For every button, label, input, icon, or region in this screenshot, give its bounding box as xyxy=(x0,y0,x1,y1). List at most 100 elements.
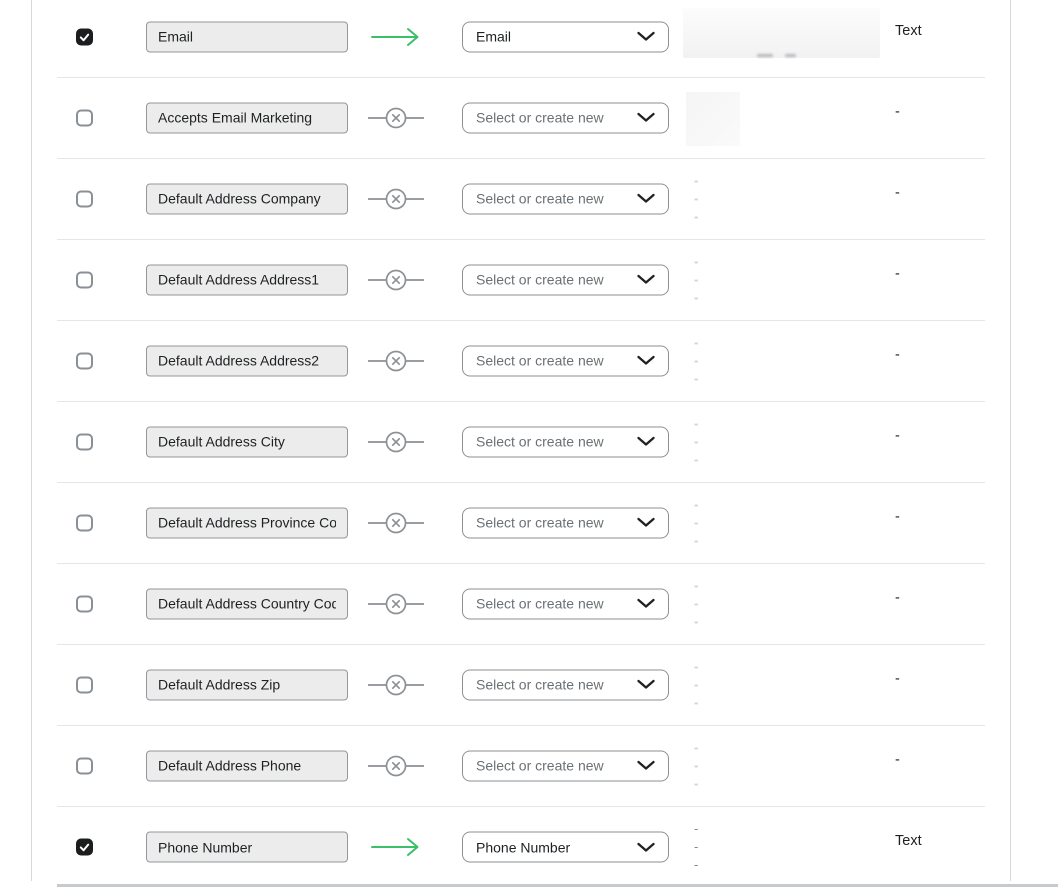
sample-dash: - xyxy=(694,275,698,285)
target-field-value: Select or create new xyxy=(476,596,604,612)
field-mapping-row: Select or create new - - - - xyxy=(57,564,985,645)
sample-dash: - xyxy=(694,536,698,546)
mapping-indicator xyxy=(368,431,424,453)
target-field-value: Select or create new xyxy=(476,110,604,126)
source-field-input[interactable] xyxy=(146,507,348,538)
source-field-input[interactable] xyxy=(146,102,348,133)
data-type-label: - xyxy=(895,590,900,606)
unmapped-circle-x-icon xyxy=(368,188,424,210)
sample-dash: - xyxy=(694,743,698,753)
mapping-indicator xyxy=(368,269,424,291)
sample-dash: - xyxy=(694,761,698,771)
sample-data-dashes: - - - xyxy=(694,419,698,465)
data-type-label: - xyxy=(895,185,900,201)
data-type-label: - xyxy=(895,509,900,525)
chevron-down-icon xyxy=(637,437,655,447)
target-field-select[interactable]: Select or create new xyxy=(462,264,669,295)
row-select-checkbox[interactable] xyxy=(76,271,93,288)
mapping-indicator xyxy=(368,755,424,777)
chevron-down-icon xyxy=(637,761,655,771)
source-field-input[interactable] xyxy=(146,264,348,295)
data-type-label: - xyxy=(895,266,900,282)
row-select-checkbox[interactable] xyxy=(76,109,93,126)
row-select-checkbox[interactable] xyxy=(76,433,93,450)
chevron-down-icon xyxy=(637,113,655,123)
row-select-checkbox[interactable] xyxy=(76,190,93,207)
source-field-input[interactable] xyxy=(146,588,348,619)
row-select-checkbox[interactable] xyxy=(76,839,93,856)
mapping-indicator xyxy=(368,512,424,534)
sample-data-dashes: - - - xyxy=(694,338,698,384)
target-field-select[interactable]: Select or create new xyxy=(462,426,669,457)
field-mapping-row: Select or create new - - - - xyxy=(57,159,985,240)
target-field-select[interactable]: Select or create new xyxy=(462,183,669,214)
field-mapping-panel: Email - - - Text xyxy=(0,0,1058,888)
arrow-right-icon xyxy=(370,26,422,48)
sample-data-dashes: - - - xyxy=(694,824,698,870)
target-field-select[interactable]: Email xyxy=(462,21,669,52)
source-field-input[interactable] xyxy=(146,750,348,781)
blurred-sample-cell xyxy=(686,92,740,146)
source-field-input[interactable] xyxy=(146,832,348,863)
source-field-input[interactable] xyxy=(146,426,348,457)
sample-dash: - xyxy=(694,617,698,627)
row-select-checkbox[interactable] xyxy=(76,757,93,774)
source-field-input[interactable] xyxy=(146,345,348,376)
field-mapping-row: Phone Number - - - Text xyxy=(57,807,985,888)
sample-dash: - xyxy=(694,662,698,672)
sample-data-dashes: - - - xyxy=(694,176,698,222)
row-select-checkbox[interactable] xyxy=(76,595,93,612)
blur-smudge xyxy=(757,54,773,57)
field-mapping-row: Select or create new - - - - xyxy=(57,78,985,159)
row-select-checkbox[interactable] xyxy=(76,28,93,45)
source-field-input[interactable] xyxy=(146,669,348,700)
unmapped-circle-x-icon xyxy=(368,512,424,534)
field-mapping-row: Email - - - Text xyxy=(57,0,985,78)
mapping-indicator xyxy=(368,26,424,48)
sample-dash: - xyxy=(694,824,698,834)
sample-dash: - xyxy=(694,176,698,186)
sample-dash: - xyxy=(694,581,698,591)
target-field-select[interactable]: Select or create new xyxy=(462,345,669,376)
field-mapping-row: Select or create new - - - - xyxy=(57,321,985,402)
mapping-indicator xyxy=(368,674,424,696)
target-field-value: Select or create new xyxy=(476,758,604,774)
row-select-checkbox[interactable] xyxy=(76,352,93,369)
target-field-value: Select or create new xyxy=(476,272,604,288)
unmapped-circle-x-icon xyxy=(368,350,424,372)
chevron-down-icon xyxy=(637,599,655,609)
field-mapping-row: Select or create new - - - - xyxy=(57,726,985,807)
blurred-sample-data xyxy=(683,8,880,58)
target-field-select[interactable]: Phone Number xyxy=(462,832,669,863)
target-field-value: Select or create new xyxy=(476,677,604,693)
data-type-label: Text xyxy=(895,833,922,849)
sample-data-dashes: - - - xyxy=(694,257,698,303)
sample-dash: - xyxy=(694,500,698,510)
sample-data-dashes: - - - xyxy=(694,581,698,627)
data-type-label: - xyxy=(895,104,900,120)
target-field-select[interactable]: Select or create new xyxy=(462,588,669,619)
data-type-label: Text xyxy=(895,23,922,39)
unmapped-circle-x-icon xyxy=(368,674,424,696)
unmapped-circle-x-icon xyxy=(368,431,424,453)
sample-dash: - xyxy=(694,374,698,384)
target-field-select[interactable]: Select or create new xyxy=(462,102,669,133)
chevron-down-icon xyxy=(637,842,655,852)
sample-dash: - xyxy=(694,779,698,789)
sample-dash: - xyxy=(694,212,698,222)
chevron-down-icon xyxy=(637,356,655,366)
source-field-input[interactable] xyxy=(146,183,348,214)
mapping-indicator xyxy=(368,188,424,210)
row-select-checkbox[interactable] xyxy=(76,676,93,693)
target-field-select[interactable]: Select or create new xyxy=(462,750,669,781)
unmapped-circle-x-icon xyxy=(368,593,424,615)
field-mapping-row: Select or create new - - - - xyxy=(57,240,985,321)
target-field-select[interactable]: Select or create new xyxy=(462,507,669,538)
sample-dash: - xyxy=(694,455,698,465)
row-select-checkbox[interactable] xyxy=(76,514,93,531)
bottom-divider xyxy=(57,884,1058,887)
target-field-value: Select or create new xyxy=(476,515,604,531)
sample-dash: - xyxy=(694,419,698,429)
source-field-input[interactable] xyxy=(146,21,348,52)
target-field-select[interactable]: Select or create new xyxy=(462,669,669,700)
